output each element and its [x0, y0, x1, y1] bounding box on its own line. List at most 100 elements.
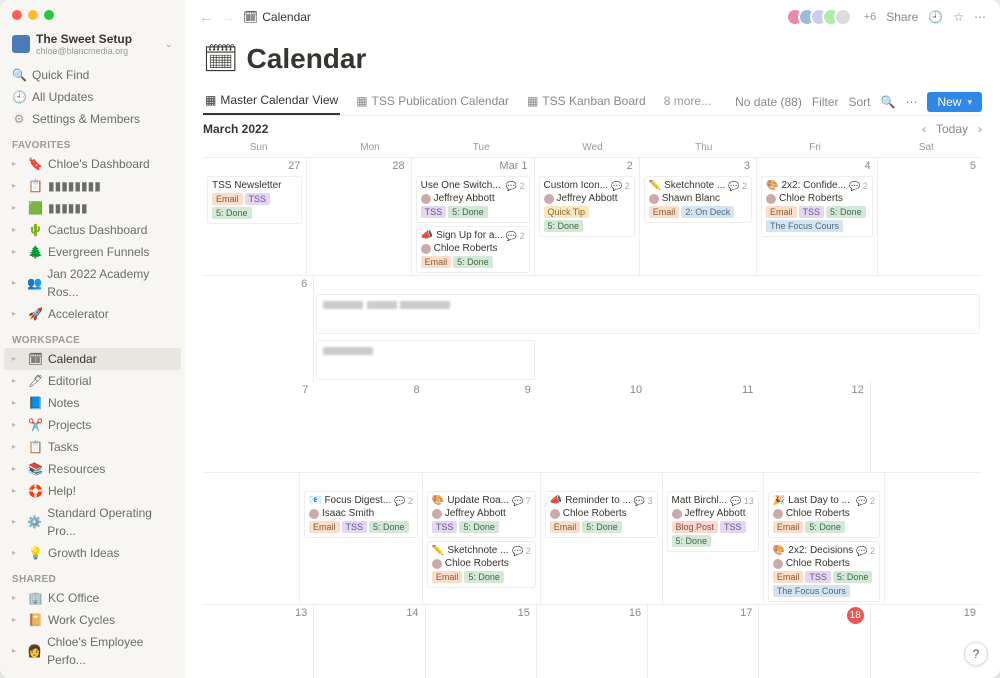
calendar-day[interactable]: 17: [648, 605, 759, 678]
traffic-minimize[interactable]: [28, 10, 38, 20]
sort-button[interactable]: Sort: [848, 95, 870, 109]
collaborator-avatars[interactable]: [792, 8, 852, 26]
sidebar-page[interactable]: ▸ 🏢 KC Office: [4, 587, 181, 609]
toggle-icon[interactable]: ▸: [12, 221, 22, 239]
view-tab[interactable]: ▦TSS Publication Calendar: [354, 90, 511, 114]
calendar-day[interactable]: 5: [878, 158, 982, 275]
calendar-event[interactable]: 📧Focus Digest...💬 2 Isaac Smith EmailTSS…: [304, 491, 418, 538]
more-icon[interactable]: ⋯: [905, 95, 917, 109]
nav-back[interactable]: ←: [199, 9, 213, 25]
calendar-day[interactable]: 🎨Update Roa...💬 7 Jeffrey Abbott TSS5: D…: [423, 473, 541, 604]
toggle-icon[interactable]: ▸: [12, 482, 22, 500]
toggle-icon[interactable]: ▸: [12, 305, 22, 323]
calendar-day[interactable]: 6: [203, 276, 314, 382]
toggle-icon[interactable]: ▸: [12, 416, 22, 434]
new-button[interactable]: New▾: [927, 92, 982, 112]
calendar-event[interactable]: 🎨2x2: Decisions💬 2 Chloe Roberts EmailTS…: [768, 541, 880, 602]
calendar-event[interactable]: 📣Sign Up for a...💬 2 Chloe Roberts Email…: [416, 226, 530, 273]
filter-button[interactable]: Filter: [812, 95, 839, 109]
calendar-day[interactable]: 8: [314, 382, 425, 472]
calendar-day[interactable]: 16: [537, 605, 648, 678]
calendar-event[interactable]: ✏️Sketchnote ...💬 2 Chloe Roberts Email5…: [427, 541, 536, 588]
all-updates[interactable]: 🕘All Updates: [4, 86, 181, 108]
views-more[interactable]: 8 more...: [662, 90, 713, 114]
toggle-icon[interactable]: ▸: [12, 460, 22, 478]
cal-today[interactable]: Today: [936, 122, 968, 136]
toggle-icon[interactable]: ▸: [12, 155, 22, 173]
calendar-event[interactable]: Use One Switch...💬 2 Jeffrey Abbott TSS5…: [416, 176, 530, 223]
toggle-icon[interactable]: ▸: [12, 372, 22, 390]
calendar-day[interactable]: [885, 473, 982, 604]
sidebar-page[interactable]: ▸ 🟩 ▮▮▮▮▮▮: [4, 197, 181, 219]
page-emoji[interactable]: 🗓: [203, 42, 239, 75]
view-tab[interactable]: ▦Master Calendar View: [203, 89, 340, 115]
cal-prev[interactable]: ‹: [922, 122, 926, 136]
workspace-switcher[interactable]: The Sweet Setup chloe@blancmedia.org ⌄: [4, 30, 181, 64]
cal-next[interactable]: ›: [978, 122, 982, 136]
calendar-day[interactable]: 9: [426, 382, 537, 472]
view-tab[interactable]: ▦TSS Kanban Board: [525, 90, 648, 114]
toggle-icon[interactable]: ▸: [12, 243, 22, 261]
traffic-zoom[interactable]: [44, 10, 54, 20]
calendar-day[interactable]: 10: [537, 382, 648, 472]
traffic-close[interactable]: [12, 10, 22, 20]
calendar-day[interactable]: Matt Birchl...💬 13 Jeffrey Abbott Blog P…: [663, 473, 764, 604]
toggle-icon[interactable]: ▸: [12, 438, 22, 456]
calendar-day[interactable]: 13: [203, 605, 314, 678]
sidebar-page[interactable]: ▸ 🚀 Accelerator: [4, 303, 181, 325]
sidebar-page[interactable]: ▸ ✂️ Projects: [4, 414, 181, 436]
sidebar-page[interactable]: ▸ 🔖 Chloe's Dashboard: [4, 153, 181, 175]
sidebar-page[interactable]: ▸ 📋 ▮▮▮▮▮▮▮▮: [4, 175, 181, 197]
no-date-button[interactable]: No date (88): [735, 95, 802, 109]
sidebar-page[interactable]: ▸ 💡 Growth Ideas: [4, 542, 181, 564]
calendar-day[interactable]: 14: [314, 605, 425, 678]
sidebar-page[interactable]: ▸ 📘 Notes: [4, 392, 181, 414]
calendar-day[interactable]: 📧Focus Digest...💬 2 Isaac Smith EmailTSS…: [300, 473, 423, 604]
toggle-icon[interactable]: ▸: [12, 642, 21, 660]
share-button[interactable]: Share: [886, 10, 918, 24]
toggle-icon[interactable]: ▸: [12, 177, 22, 195]
sidebar-page[interactable]: ▸ ⚙️ Standard Operating Pro...: [4, 502, 181, 542]
calendar-day[interactable]: 7: [203, 382, 314, 472]
toggle-icon[interactable]: ▸: [12, 611, 22, 629]
sidebar-page[interactable]: ▸ 📔 Work Cycles: [4, 609, 181, 631]
calendar-event[interactable]: TSS Newsletter EmailTSS5: Done: [207, 176, 302, 224]
multi-day-event[interactable]: [316, 294, 980, 334]
calendar-event[interactable]: 🎨2x2: Confide...💬 2 Chloe Roberts EmailT…: [761, 176, 873, 237]
calendar-day[interactable]: 2 Custom Icon...💬 2 Jeffrey Abbott Quick…: [535, 158, 640, 275]
toggle-icon[interactable]: ▸: [12, 394, 22, 412]
calendar-event[interactable]: 🎨Update Roa...💬 7 Jeffrey Abbott TSS5: D…: [427, 491, 536, 538]
page-title-text[interactable]: Calendar: [247, 43, 367, 75]
calendar-event[interactable]: ✏️Sketchnote ...💬 2 Shawn Blanc Email2: …: [644, 176, 752, 223]
calendar-day[interactable]: 19: [871, 605, 982, 678]
sidebar-page[interactable]: ▸ 🖊 Editorial: [4, 370, 181, 392]
calendar-event[interactable]: Matt Birchl...💬 13 Jeffrey Abbott Blog P…: [667, 491, 759, 552]
updates-icon[interactable]: 🕘: [928, 10, 943, 24]
calendar-day[interactable]: 🎉Last Day to ...💬 2 Chloe Roberts Email5…: [764, 473, 885, 604]
calendar-day[interactable]: 27 TSS Newsletter EmailTSS5: Done: [203, 158, 307, 275]
sidebar-page[interactable]: ▸ 🌵 Cactus Dashboard: [4, 219, 181, 241]
calendar-day[interactable]: 4 🎨2x2: Confide...💬 2 Chloe Roberts Emai…: [757, 158, 878, 275]
calendar-event[interactable]: 📣Reminder to ...💬 3 Chloe Roberts Email5…: [545, 491, 658, 538]
calendar-day[interactable]: [203, 473, 300, 604]
avatar-overflow[interactable]: +6: [864, 11, 877, 23]
quick-find[interactable]: 🔍Quick Find: [4, 64, 181, 86]
toggle-icon[interactable]: ▸: [12, 274, 21, 292]
toggle-icon[interactable]: ▸: [12, 589, 22, 607]
toggle-icon[interactable]: ▸: [12, 544, 22, 562]
search-icon[interactable]: 🔍: [881, 95, 896, 109]
multi-day-event[interactable]: [316, 340, 535, 380]
breadcrumb[interactable]: 🗓Calendar: [243, 10, 311, 24]
toggle-icon[interactable]: ▸: [12, 513, 21, 531]
nav-forward[interactable]: →: [221, 9, 235, 25]
calendar-day[interactable]: 15: [426, 605, 537, 678]
toggle-icon[interactable]: ▸: [12, 350, 22, 368]
sidebar-page[interactable]: ▸ 🛟 Help!: [4, 480, 181, 502]
sidebar-page[interactable]: ▸ 👥 Jan 2022 Academy Ros...: [4, 263, 181, 303]
sidebar-page[interactable]: ▸ 🌲 Evergreen Funnels: [4, 241, 181, 263]
calendar-day[interactable]: 18: [759, 605, 870, 678]
sidebar-page[interactable]: ▸ 📋 Tasks: [4, 436, 181, 458]
calendar-day[interactable]: 12: [759, 382, 870, 472]
calendar-day[interactable]: 28: [307, 158, 411, 275]
sidebar-page[interactable]: ▸ 🗓 Calendar: [4, 348, 181, 370]
